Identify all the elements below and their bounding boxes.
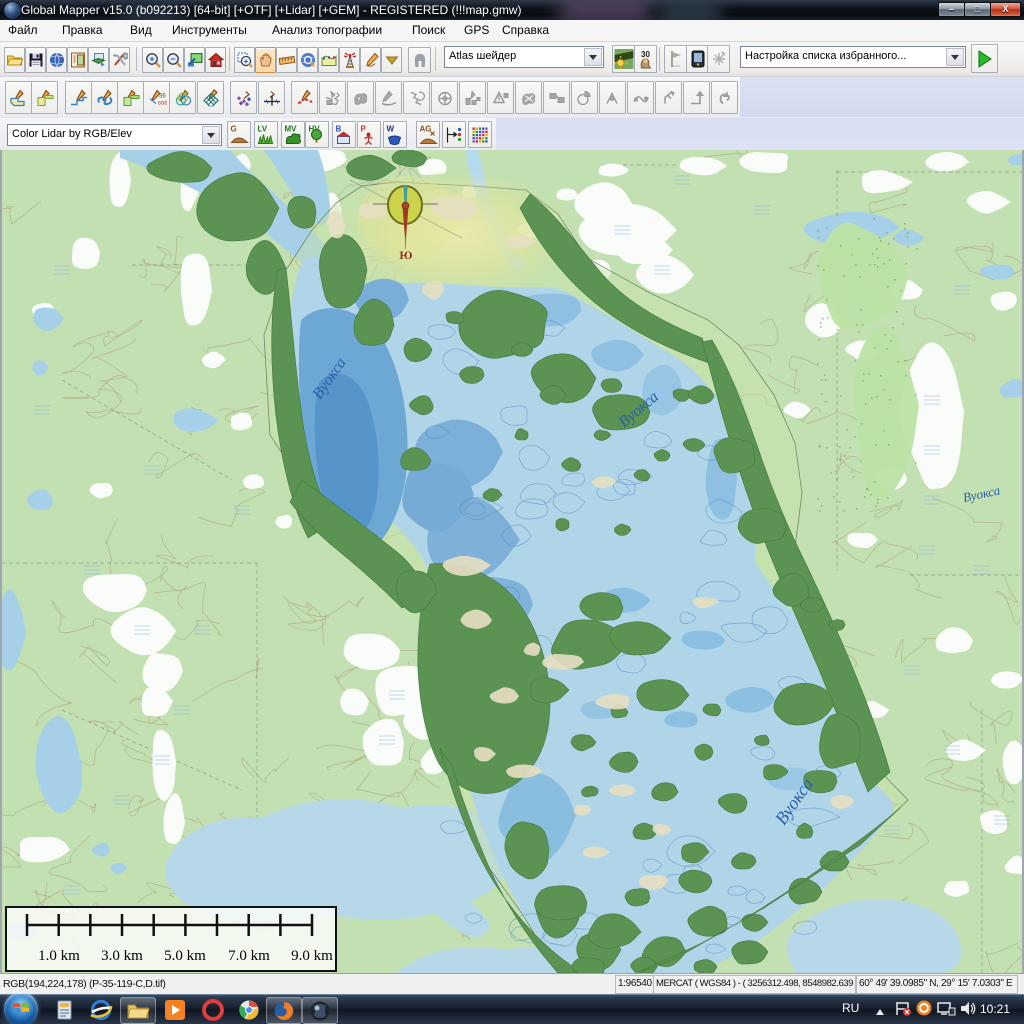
svg-text:30: 30	[641, 50, 650, 59]
svg-text:code: code	[158, 100, 167, 106]
svg-text:−: −	[170, 54, 175, 64]
svg-text:B: B	[336, 124, 342, 133]
svg-text:LV: LV	[258, 124, 268, 133]
svg-text:3.0 km: 3.0 km	[101, 948, 143, 964]
svg-text:AG: AG	[420, 124, 432, 133]
svg-text:7.0 km: 7.0 km	[228, 948, 270, 964]
svg-text:MV: MV	[285, 124, 298, 133]
svg-text:svcc: svcc	[672, 63, 680, 68]
svg-text:1.0 km: 1.0 km	[38, 948, 80, 964]
svg-text:9.0 km: 9.0 km	[291, 948, 333, 964]
svg-text:+: +	[243, 57, 248, 66]
svg-text:G: G	[231, 124, 237, 133]
svg-text:36: 36	[159, 93, 166, 99]
svg-text:P: P	[361, 124, 367, 133]
svg-text:Ю: Ю	[400, 250, 413, 262]
svg-text:+: +	[149, 54, 154, 64]
svg-text:W: W	[387, 124, 395, 133]
svg-text:5.0 km: 5.0 km	[164, 948, 206, 964]
